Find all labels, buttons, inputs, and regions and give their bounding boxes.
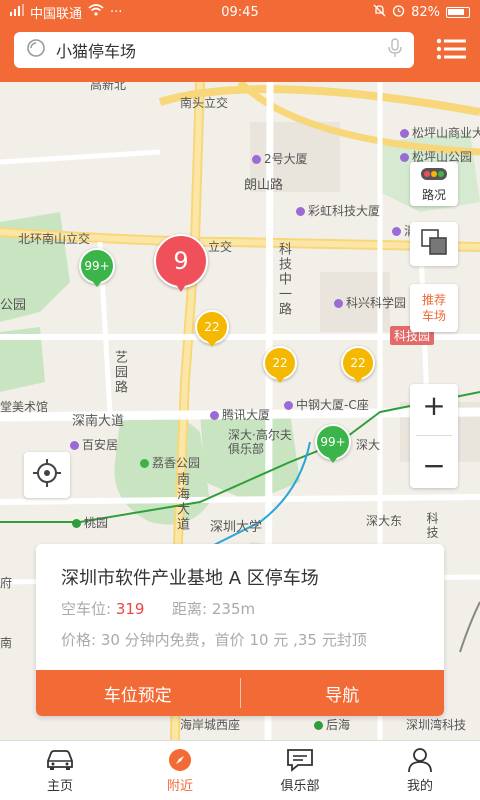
map-label: 府 (0, 576, 13, 590)
parking-price: 价格: 30 分钟内免费，首价 10 元 ,35 元封顶 (61, 631, 367, 649)
free-spots-value: 319 (115, 600, 145, 618)
distance-label: 距离: (172, 600, 208, 618)
carrier-name: 中国联通 (30, 6, 83, 22)
microphone-icon[interactable] (388, 38, 402, 62)
reserve-spot-button[interactable]: 车位预定 (36, 670, 240, 716)
map-label: 深圳大学 (210, 520, 263, 535)
map-label: 南头立交 (180, 96, 229, 110)
map-label: 深南大道 (72, 414, 125, 429)
locate-me-button[interactable] (24, 452, 70, 498)
bottom-tab-bar: 主页 附近 俱乐部 我的 (0, 740, 480, 800)
mute-bell-icon (373, 4, 386, 21)
map-label: 南 (0, 636, 13, 650)
map-label: 松坪山商业大 (400, 124, 480, 141)
tab-nearby[interactable]: 附近 (120, 741, 240, 800)
app-header: 中国联通 ··· 09:45 82% 小猫停车场 (0, 0, 480, 82)
search-input[interactable]: 小猫停车场 (56, 38, 388, 62)
parking-info-card[interactable]: 深圳市软件产业基地 A 区停车场 空车位: 319 距离: 235m 价格: 3… (36, 544, 444, 716)
status-bar: 中国联通 ··· 09:45 82% (0, 0, 480, 24)
list-menu-button[interactable] (432, 36, 470, 66)
map-label: 深大 (356, 438, 381, 452)
parking-title: 深圳市软件产业基地 A 区停车场 (61, 568, 319, 589)
map-label: 深圳湾科技 (406, 718, 467, 732)
traffic-light-icon (421, 165, 447, 184)
map-label: 科技 (425, 512, 439, 540)
tab-club-label: 俱乐部 (280, 779, 320, 794)
battery-level: 82% (411, 4, 440, 20)
map-label: 艺园路 (112, 350, 127, 395)
map-label: 海岸城西座 (180, 718, 241, 732)
map-label: 腾讯大厦 (210, 406, 270, 423)
map-label: 科兴科学园 (334, 294, 406, 311)
map-label: 彩虹科技大厦 (296, 202, 380, 219)
tab-home-label: 主页 (46, 779, 73, 794)
map-label: 2号大厦 (252, 150, 308, 167)
map-label: 南海大道 (174, 472, 189, 532)
parking-pin-yellow[interactable]: 22 (194, 304, 230, 350)
chat-icon (286, 747, 314, 773)
tab-profile[interactable]: 我的 (360, 741, 480, 800)
parking-pin-yellow[interactable]: 22 (340, 340, 376, 386)
map-label: 朗山路 (244, 178, 284, 193)
zoom-in-button[interactable]: + (422, 391, 445, 420)
alarm-icon (392, 4, 405, 21)
zoom-out-button[interactable]: − (422, 452, 445, 480)
map-label: 深大·高尔夫俱乐部 (228, 428, 292, 456)
map-label: 百安居 (70, 436, 118, 453)
traffic-toggle-button[interactable]: 路况 (410, 162, 458, 206)
compass-icon (168, 747, 192, 773)
traffic-label: 路况 (421, 188, 446, 202)
card-actions: 车位预定 导航 (36, 670, 444, 716)
tab-home[interactable]: 主页 (0, 741, 120, 800)
zoom-controls: + − (410, 384, 458, 488)
recommend-parking-button[interactable]: 推荐 车场 (410, 284, 458, 332)
tab-club[interactable]: 俱乐部 (240, 741, 360, 800)
layers-icon (420, 228, 448, 260)
search-icon (26, 38, 46, 62)
parking-pin-green[interactable]: 99+ (314, 418, 352, 466)
parking-stats: 空车位: 319 距离: 235m (36, 590, 444, 619)
signal-icon (10, 4, 24, 20)
recommend-label-2: 车场 (421, 309, 446, 323)
search-bar[interactable]: 小猫停车场 (14, 32, 414, 68)
map-label: 高新北 (90, 82, 127, 92)
map-layers-button[interactable] (410, 222, 458, 266)
list-icon (436, 38, 466, 64)
parking-pin-yellow[interactable]: 22 (262, 340, 298, 386)
distance-value: 235m (211, 600, 256, 618)
crosshair-icon (32, 458, 62, 492)
more-status: ··· (110, 4, 123, 20)
free-spots-label: 空车位: (61, 600, 112, 618)
map-label: 桃园 (72, 514, 108, 531)
map-label: 中钢大厦-C座 (284, 396, 369, 413)
parking-pin-green[interactable]: 99+ (78, 242, 116, 290)
map-label: 公园 (0, 298, 27, 313)
map-label: 深大东 (366, 514, 403, 528)
car-icon (45, 747, 75, 773)
parking-cluster-pin[interactable]: 9 (154, 228, 208, 294)
navigate-button[interactable]: 导航 (241, 670, 445, 716)
map-label: 立交 (208, 240, 233, 254)
map-label: 科技中一路 (276, 242, 291, 317)
map-label: 后海 (314, 716, 350, 733)
wifi-icon (88, 4, 104, 20)
battery-icon (446, 6, 470, 18)
map-label: 荔香公园 (140, 454, 200, 471)
map-label: 堂美术馆 (0, 400, 49, 414)
tab-nearby-label: 附近 (166, 779, 193, 794)
tab-profile-label: 我的 (406, 779, 433, 794)
user-icon (407, 747, 433, 773)
recommend-label-1: 推荐 (421, 293, 446, 307)
